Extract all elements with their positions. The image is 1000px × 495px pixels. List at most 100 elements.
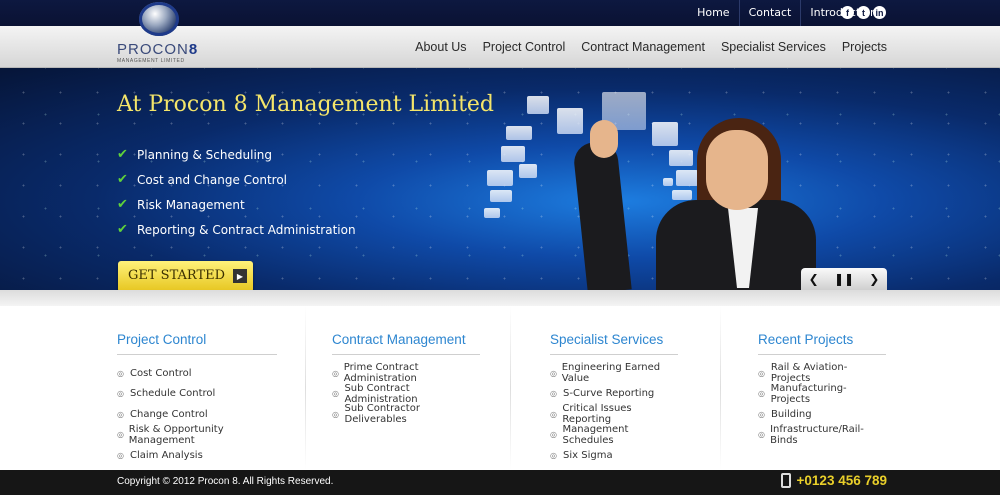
hero-person-face — [706, 130, 768, 210]
bullet-icon: ◎ — [332, 368, 339, 378]
list-item[interactable]: ◎ Building — [758, 404, 886, 425]
slider-prev-button[interactable]: ❮ — [809, 272, 819, 286]
bullet-icon: ◎ — [332, 409, 339, 419]
hero-person-image — [572, 118, 818, 290]
top-link-contact[interactable]: Contact — [738, 0, 801, 26]
hero-person-arm — [572, 140, 632, 290]
top-link-home[interactable]: Home — [688, 0, 738, 26]
slider-next-button[interactable]: ❯ — [869, 272, 879, 286]
list-item-text: Schedule Control — [130, 388, 216, 400]
nav-projects[interactable]: Projects — [842, 40, 887, 54]
list-item-text: Critical Issues Reporting — [562, 403, 632, 426]
hero-bullet-text: Cost and Change Control — [137, 172, 288, 187]
hero-tile — [484, 208, 500, 218]
list-item[interactable]: ◎ Infrastructure/Rail- Binds — [758, 423, 886, 446]
checkmark-icon: ✔ — [117, 197, 128, 212]
hero-person-hand — [590, 120, 618, 158]
social-links: f t in — [841, 6, 886, 19]
bullet-icon: ◎ — [550, 389, 557, 399]
list-item[interactable]: ◎ Schedule Control — [117, 384, 277, 405]
list-item-text: Building — [771, 408, 812, 420]
phone-number[interactable]: +0123 456 789 — [780, 473, 887, 488]
list-item-text: Claim Analysis — [130, 449, 203, 461]
footer: Copyright © 2012 Procon 8. All Rights Re… — [0, 470, 1000, 495]
list-item[interactable]: ◎ Engineering Earned Value — [550, 362, 678, 385]
hero-tile — [490, 190, 512, 202]
bullet-icon: ◎ — [758, 389, 765, 399]
column-project-control: Project Control ◎ Cost Control ◎ Schedule … — [117, 306, 277, 470]
bullet-icon: ◎ — [117, 450, 124, 460]
slider-pause-button[interactable]: ❚❚ — [834, 272, 854, 286]
column-divider — [720, 306, 721, 470]
list-item-text: Infrastructure/Rail- Binds — [770, 423, 864, 446]
phone-number-text: +0123 456 789 — [796, 473, 887, 488]
list-item-text: Engineering Earned Value — [561, 362, 661, 385]
bullet-icon: ◎ — [117, 430, 124, 440]
nav-specialist-services[interactable]: Specialist Services — [721, 40, 826, 54]
bullet-icon: ◎ — [117, 368, 124, 378]
list-item-text: Six Sigma — [563, 449, 613, 461]
facebook-icon[interactable]: f — [841, 6, 854, 19]
column-title: Specialist Services — [550, 306, 678, 355]
brand-name-main: PROCON — [117, 41, 189, 58]
list-item-text: Rail & Aviation-Projects — [770, 362, 848, 385]
globe-icon — [139, 2, 179, 36]
get-started-button[interactable]: GET STARTED ▶ — [118, 261, 253, 290]
list-item[interactable]: ◎ Manufacturing- Projects — [758, 382, 886, 405]
list-item-text: Sub Contract Administration — [344, 382, 418, 405]
hero-bullets: ✔ Planning & Scheduling ✔ Cost and Change … — [117, 142, 356, 242]
list-item[interactable]: ◎ Claim Analysis — [117, 445, 277, 466]
hero-tile — [519, 164, 537, 178]
hero-bullet-text: Risk Management — [137, 197, 245, 212]
hero-bullet: ✔ Risk Management — [117, 192, 356, 217]
nav-project-control[interactable]: Project Control — [483, 40, 566, 54]
bullet-icon: ◎ — [758, 409, 765, 419]
column-specialist-services: Specialist Services ◎ Engineering Earned … — [550, 306, 678, 470]
services-columns: Project Control ◎ Cost Control ◎ Schedule … — [0, 306, 1000, 470]
checkmark-icon: ✔ — [117, 147, 128, 162]
hero-bullet-text: Reporting & Contract Administration — [137, 222, 356, 237]
column-title: Recent Projects — [758, 306, 886, 355]
bullet-icon: ◎ — [758, 430, 765, 440]
nav-contract-management[interactable]: Contract Management — [581, 40, 705, 54]
phone-icon — [780, 473, 791, 488]
list-item[interactable]: ◎ Six Sigma — [550, 445, 678, 466]
list-item-text: Manufacturing- Projects — [770, 382, 847, 405]
hero-bullet-text: Planning & Scheduling — [137, 147, 272, 162]
bullet-icon: ◎ — [550, 409, 557, 419]
logo[interactable]: PROCON8 MANAGEMENT LIMITED — [117, 2, 217, 66]
list-item-text: S-Curve Reporting — [563, 388, 655, 400]
list-item[interactable]: ◎ Cost Control — [117, 363, 277, 384]
linkedin-icon[interactable]: in — [873, 6, 886, 19]
list-item-text: Risk & Opportunity Management — [128, 423, 224, 446]
checkmark-icon: ✔ — [117, 172, 128, 187]
nav-about-us[interactable]: About Us — [415, 40, 466, 54]
list-item[interactable]: ◎ Change Control — [117, 404, 277, 425]
list-item[interactable]: ◎ Sub Contractor Deliverables — [332, 403, 480, 425]
list-item[interactable]: ◎ Rail & Aviation-Projects — [758, 362, 886, 385]
hero-tile — [501, 146, 525, 162]
list-item[interactable]: ◎ Critical Issues Reporting — [550, 403, 678, 426]
hero-bullet: ✔ Cost and Change Control — [117, 167, 356, 192]
brand-name-number: 8 — [188, 41, 199, 58]
arrow-right-icon: ▶ — [233, 269, 247, 283]
column-recent-projects: Recent Projects ◎ Rail & Aviation-Project… — [758, 306, 886, 470]
brand-tagline: MANAGEMENT LIMITED — [117, 58, 185, 64]
list-item[interactable]: ◎ Prime Contract Administration — [332, 362, 480, 384]
list-item[interactable]: ◎ S-Curve Reporting — [550, 384, 678, 405]
twitter-icon[interactable]: t — [857, 6, 870, 19]
bullet-icon: ◎ — [758, 368, 765, 378]
checkmark-icon: ✔ — [117, 222, 128, 237]
hero-title: At Procon 8 Management Limited — [117, 92, 495, 117]
brand-name: PROCON8 — [117, 41, 198, 58]
list-item[interactable]: ◎ Risk & Opportunity Management — [117, 423, 277, 446]
main-nav: About Us Project Control Contract Manage… — [415, 26, 887, 68]
list-item[interactable]: ◎ Management Schedules — [550, 424, 678, 446]
bullet-icon: ◎ — [550, 430, 557, 440]
copyright-text: Copyright © 2012 Procon 8. All Rights Re… — [117, 476, 334, 487]
hero-tile — [506, 126, 532, 140]
bullet-icon: ◎ — [332, 389, 339, 399]
list-item[interactable]: ◎ Sub Contract Administration — [332, 382, 480, 405]
hero-bullet: ✔ Planning & Scheduling — [117, 142, 356, 167]
bullet-icon: ◎ — [117, 409, 124, 419]
